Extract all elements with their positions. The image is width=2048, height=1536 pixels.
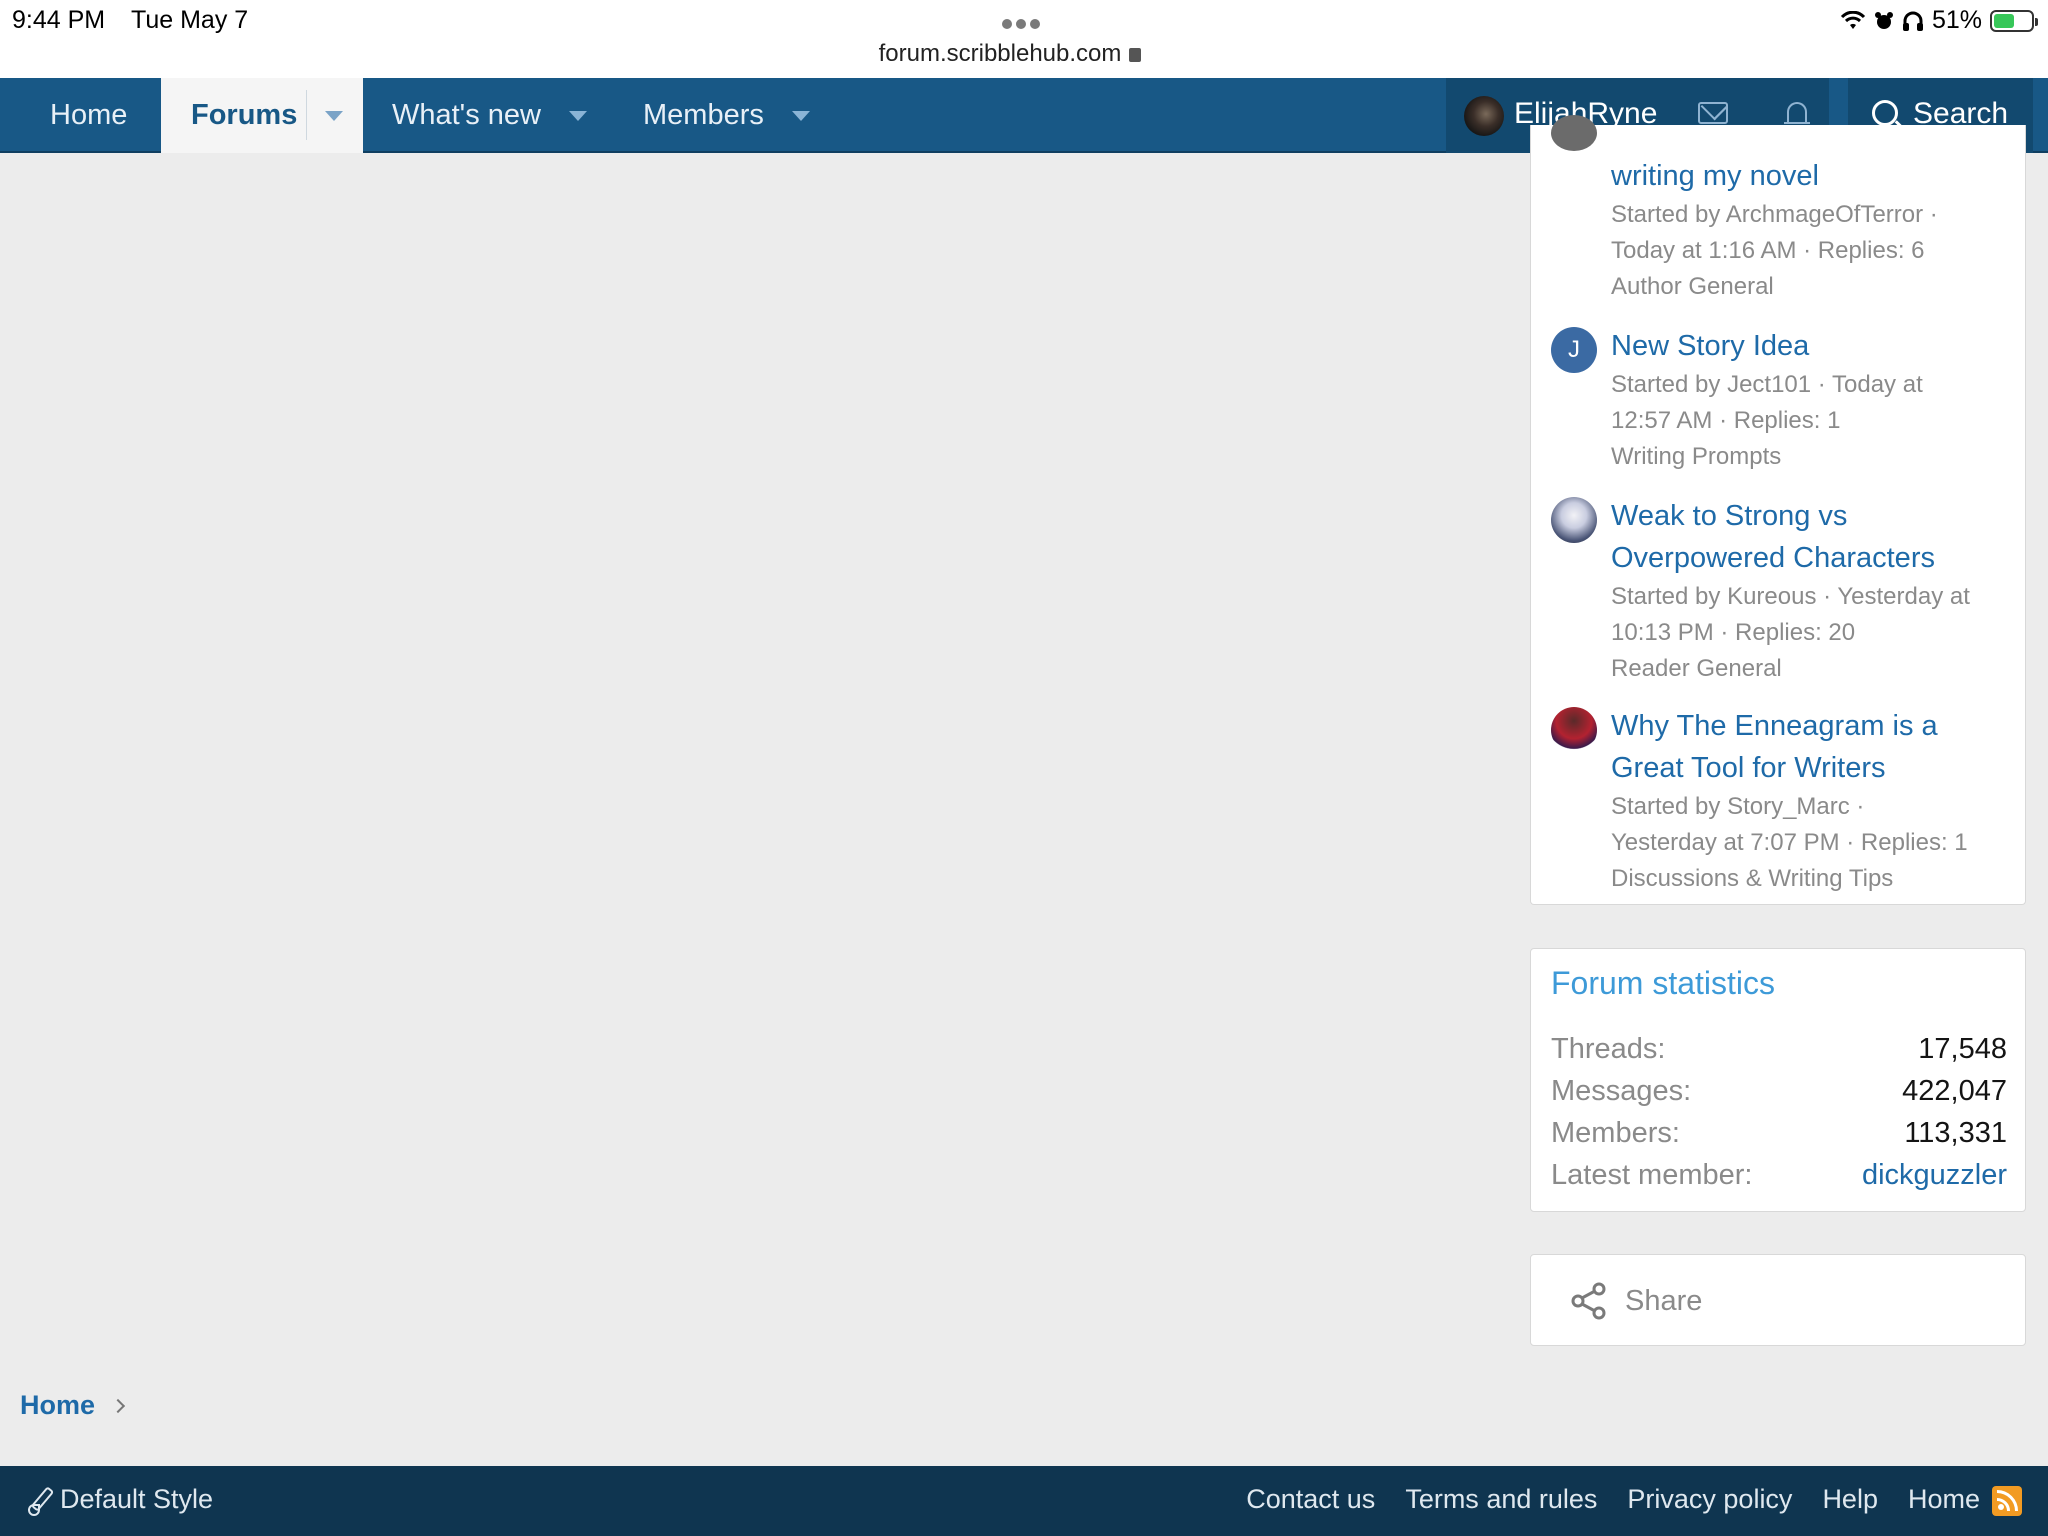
browser-status-bar: 9:44 PM Tue May 7 forum.scribblehub.com … — [0, 0, 2048, 78]
thread-meta: 10:13 PM · Replies: 20 — [1611, 619, 1856, 646]
chevron-down-icon[interactable] — [791, 110, 810, 121]
style-label: Default Style — [60, 1484, 214, 1514]
chevron-right-icon — [110, 1398, 126, 1413]
nav-tab-members[interactable]: Members — [643, 78, 810, 153]
thread-title-link[interactable]: writing my novel — [1611, 155, 2011, 197]
more-dots-icon[interactable] — [1002, 16, 1046, 29]
mail-icon[interactable] — [1698, 102, 1728, 124]
nav-tab-whats-new[interactable]: What's new — [392, 78, 587, 153]
avatar[interactable] — [1551, 115, 1597, 151]
footer-link-contact[interactable]: Contact us — [1246, 1484, 1375, 1515]
thread-meta: Started by Kureous · Yesterday at — [1611, 583, 1970, 610]
chevron-down-icon[interactable] — [568, 110, 587, 121]
nav-tab-forums[interactable]: Forums — [161, 78, 363, 153]
stat-row-members: Members: 113,331 — [1551, 1117, 2007, 1159]
stat-row-threads: Threads: 17,548 — [1551, 1033, 2007, 1075]
thread-forum-link[interactable]: Author General — [1611, 269, 2021, 305]
footer-link-home[interactable]: Home — [1908, 1484, 1980, 1515]
latest-member-link[interactable]: dickguzzler — [1862, 1159, 2007, 1192]
thread-meta: Today at 1:16 AM · Replies: 6 — [1611, 237, 1925, 264]
stat-value: 113,331 — [1904, 1117, 2007, 1149]
nav-tab-home[interactable]: Home — [50, 78, 127, 153]
nav-whats-new-label: What's new — [392, 99, 541, 131]
nav-forums-label: Forums — [191, 99, 298, 131]
nav-separator — [306, 90, 307, 140]
thread-title-link[interactable]: Great Tool for Writers — [1611, 747, 2011, 789]
breadcrumb: Home — [20, 1390, 126, 1421]
stat-row-latest-member: Latest member: dickguzzler — [1551, 1159, 2007, 1201]
brush-icon — [28, 1488, 52, 1516]
thread-forum-link[interactable]: Discussions & Writing Tips — [1611, 861, 2021, 897]
bell-icon[interactable] — [1784, 100, 1810, 130]
avatar[interactable] — [1551, 707, 1597, 753]
avatar[interactable] — [1551, 497, 1597, 543]
avatar[interactable] — [1464, 96, 1504, 136]
nav-home-label: Home — [50, 99, 128, 131]
stats-title[interactable]: Forum statistics — [1551, 965, 1775, 1002]
stat-label: Members: — [1551, 1117, 1680, 1149]
status-time: 9:44 PM — [12, 6, 106, 34]
headphones-icon — [1902, 11, 1923, 31]
share-label: Share — [1625, 1285, 1703, 1317]
footer-link-help[interactable]: Help — [1822, 1484, 1878, 1515]
rss-icon[interactable] — [1992, 1486, 2022, 1516]
lock-icon — [1129, 48, 1142, 62]
share-button[interactable]: Share — [1530, 1254, 2026, 1346]
alarm-icon — [1874, 11, 1893, 29]
breadcrumb-home-link[interactable]: Home — [20, 1390, 95, 1421]
style-chooser-link[interactable]: Default Style — [28, 1484, 214, 1516]
thread-meta: Started by Ject101 · Today at — [1611, 371, 1923, 398]
url-text: forum.scribblehub.com — [878, 40, 1122, 67]
avatar[interactable]: J — [1551, 327, 1597, 373]
status-date: Tue May 7 — [131, 6, 249, 34]
stat-label: Threads: — [1551, 1033, 1666, 1065]
battery-percent: 51% — [1931, 6, 1982, 34]
thread-meta: 12:57 AM · Replies: 1 — [1611, 407, 1841, 434]
thread-title-link[interactable]: Weak to Strong vs — [1611, 495, 2011, 537]
battery-icon — [1990, 9, 2038, 32]
address-bar[interactable]: forum.scribblehub.com — [0, 40, 2020, 68]
chevron-down-icon[interactable] — [325, 111, 343, 121]
wifi-icon — [1840, 10, 1866, 29]
thread-meta: Started by Story_Marc · — [1611, 793, 1865, 820]
stat-label: Messages: — [1551, 1075, 1692, 1107]
status-indicators: 51% — [1840, 6, 2038, 35]
forum-statistics-block: Forum statistics Threads: 17,548 Message… — [1530, 948, 2026, 1212]
search-icon — [1872, 100, 1898, 126]
footer-link-privacy[interactable]: Privacy policy — [1627, 1484, 1792, 1515]
stat-row-messages: Messages: 422,047 — [1551, 1075, 2007, 1117]
footer-link-terms[interactable]: Terms and rules — [1405, 1484, 1597, 1515]
thread-forum-link[interactable]: Reader General — [1611, 651, 2021, 687]
nav-members-label: Members — [643, 99, 764, 131]
stat-value: 17,548 — [1918, 1033, 2007, 1065]
share-icon — [1571, 1282, 1606, 1320]
thread-forum-link[interactable]: Writing Prompts — [1611, 439, 2021, 475]
thread-title-link[interactable]: New Story Idea — [1611, 325, 2011, 367]
footer-links: Contact us Terms and rules Privacy polic… — [1246, 1484, 1980, 1515]
stat-label: Latest member: — [1551, 1159, 1753, 1191]
thread-title-link[interactable]: Overpowered Characters — [1611, 537, 2011, 579]
thread-meta: Started by ArchmageOfTerror · — [1611, 201, 1938, 228]
stat-value: 422,047 — [1902, 1075, 2007, 1107]
page-footer: Default Style Contact us Terms and rules… — [0, 1466, 2048, 1536]
thread-title-link[interactable]: Why The Enneagram is a — [1611, 705, 2011, 747]
latest-threads-block: writing my novel Started by ArchmageOfTe… — [1530, 115, 2026, 905]
thread-meta: Yesterday at 7:07 PM · Replies: 1 — [1611, 829, 1968, 856]
